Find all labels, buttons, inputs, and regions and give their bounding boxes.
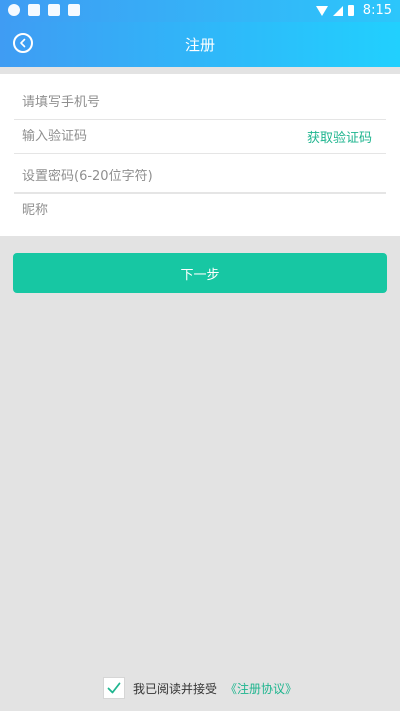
phone-row	[14, 85, 386, 120]
status-time: 8:15	[362, 3, 392, 18]
system-icons: 8:15	[315, 3, 392, 18]
app-icon	[8, 4, 20, 16]
nickname-input[interactable]	[14, 202, 282, 218]
code-row: 获取验证码	[14, 119, 386, 154]
notification-icons	[8, 4, 80, 16]
battery-icon	[347, 5, 354, 16]
agreement-text: 我已阅读并接受	[132, 681, 217, 696]
password-row	[14, 159, 386, 194]
agreement-checkbox[interactable]	[102, 677, 125, 699]
wifi-icon	[315, 5, 328, 16]
verification-code-input[interactable]	[14, 128, 282, 144]
keyboard-icon	[28, 4, 40, 16]
password-input[interactable]	[14, 168, 282, 184]
agreement-link[interactable]: 《注册协议》	[225, 680, 297, 697]
signal-icon	[332, 5, 343, 16]
font-icon	[68, 4, 80, 16]
nickname-row	[14, 193, 386, 227]
get-code-button[interactable]: 获取验证码	[307, 127, 386, 146]
storage-icon	[48, 4, 60, 16]
check-icon	[107, 682, 121, 694]
agreement-row: 我已阅读并接受 《注册协议》	[0, 677, 400, 699]
phone-input[interactable]	[14, 94, 282, 110]
status-bar: 8:15	[0, 0, 400, 22]
next-button[interactable]: 下一步	[13, 253, 387, 293]
page-title: 注册	[184, 36, 215, 54]
